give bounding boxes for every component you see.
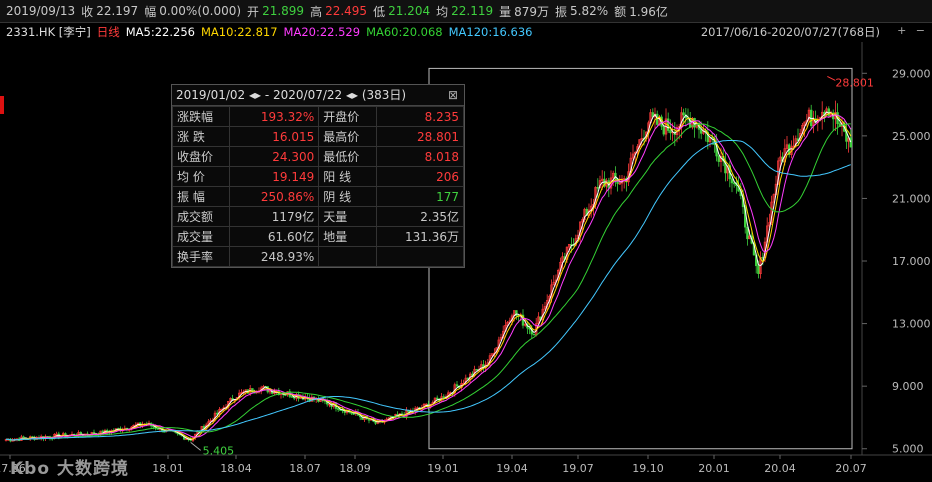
stats-value: 8.235 (375, 106, 465, 127)
candle-body (435, 397, 439, 400)
y-tick-label: 13.000 (892, 318, 931, 331)
x-tick-label: 20.07 (835, 462, 867, 475)
stats-label (318, 246, 377, 267)
candle-body (284, 394, 287, 396)
annotation-pointer (190, 442, 201, 451)
annotation-label: 5.405 (203, 444, 235, 457)
range-stats-title: 2019/01/02 ◂▸ - 2020/07/22 ◂▸ (383日) (176, 88, 407, 102)
x-tick-label: 20.01 (698, 462, 730, 475)
stats-label: 天量 (318, 206, 377, 227)
stats-value (375, 246, 465, 267)
stats-label: 收盘价 (171, 146, 231, 167)
stats-label: 最高价 (318, 126, 377, 147)
candle-body (290, 396, 294, 398)
x-tick-label: 18.09 (339, 462, 371, 475)
stats-value: 131.36万 (375, 226, 465, 247)
candle-body (849, 137, 853, 148)
stats-value: 19.149 (229, 166, 320, 187)
kline-chart[interactable]: 29.000 25.000 21.000 17.000 13.000 9.000 5.000… (0, 0, 932, 482)
watermark-logo: Kbo 大数跨境 (10, 459, 129, 479)
x-tick-label: 19.01 (427, 462, 459, 475)
range-stats-header: 2019/01/02 ◂▸ - 2020/07/22 ◂▸ (383日) ⊠ (172, 85, 464, 106)
stats-row: 成交量 61.60亿 地量 131.36万 (171, 226, 465, 247)
stats-label: 成交额 (171, 206, 231, 227)
selection-box (428, 67, 853, 450)
close-icon[interactable]: ⊠ (448, 85, 458, 105)
candle-body (730, 178, 734, 184)
y-tick-label: 9.000 (892, 380, 924, 393)
stats-row: 振 幅 250.86% 阴 线 177 (171, 186, 465, 207)
stats-label: 涨跌幅 (171, 106, 231, 127)
stats-value: 177 (375, 186, 465, 207)
stats-row: 换手率 248.93% (171, 246, 465, 267)
candle-body (717, 155, 721, 162)
candle-body (662, 125, 666, 135)
candle-body (475, 368, 478, 371)
stats-value: 248.93% (229, 246, 320, 267)
stats-label: 阴 线 (318, 186, 377, 207)
stats-row: 涨 跌 16.015 最高价 28.801 (171, 126, 465, 147)
stats-row: 均 价 19.149 阳 线 206 (171, 166, 465, 187)
stats-label: 成交量 (171, 226, 231, 247)
candle-body (596, 187, 600, 189)
annotation-pointer (827, 75, 836, 81)
y-tick-label: 5.000 (892, 443, 924, 456)
x-tick-label: 18.07 (289, 462, 321, 475)
stats-label: 涨 跌 (171, 126, 231, 147)
candle-body (352, 413, 355, 415)
candle-body (336, 408, 340, 410)
stats-row: 收盘价 24.300 最低价 8.018 (171, 146, 465, 167)
stats-row: 成交额 1179亿 天量 2.35亿 (171, 206, 465, 227)
x-tick-label: 19.07 (562, 462, 594, 475)
stats-value: 24.300 (229, 146, 320, 167)
stats-value: 16.015 (229, 126, 320, 147)
stats-value: 28.801 (375, 126, 465, 147)
candle-body (655, 113, 659, 125)
x-tick-label: 19.10 (632, 462, 664, 475)
annotation-label: 28.801 (835, 76, 874, 89)
stats-value: 206 (375, 166, 465, 187)
stats-label: 开盘价 (318, 106, 377, 127)
x-tick-label: 18.04 (220, 462, 252, 475)
candle-body (682, 112, 685, 116)
candle-body (455, 384, 459, 387)
y-tick-label: 17.000 (892, 255, 931, 268)
stats-row: 涨跌幅 193.32% 开盘价 8.235 (171, 106, 465, 127)
candle-body (532, 333, 536, 336)
x-tick-label: 18.01 (152, 462, 184, 475)
stats-value: 2.35亿 (375, 206, 465, 227)
stats-value: 8.018 (375, 146, 465, 167)
x-tick-label: 20.04 (764, 462, 796, 475)
candle-body (669, 130, 672, 134)
stats-value: 193.32% (229, 106, 320, 127)
stats-label: 最低价 (318, 146, 377, 167)
range-stats-panel: 2019/01/02 ◂▸ - 2020/07/22 ◂▸ (383日) ⊠ 涨… (171, 84, 465, 268)
candle-body (757, 265, 760, 274)
range-stats-table: 涨跌幅 193.32% 开盘价 8.235 涨 跌 16.015 最高价 28.801 收盘价 2… (171, 106, 465, 267)
stats-value: 1179亿 (229, 206, 320, 227)
stats-value: 61.60亿 (229, 226, 320, 247)
stats-label: 阳 线 (318, 166, 377, 187)
stats-label: 换手率 (171, 246, 231, 267)
y-tick-label: 29.000 (892, 67, 931, 80)
candle-body (732, 182, 736, 185)
stats-label: 地量 (318, 226, 377, 247)
x-tick-label: 19.04 (496, 462, 528, 475)
stats-label: 均 价 (171, 166, 231, 187)
stats-label: 振 幅 (171, 186, 231, 207)
stats-value: 250.86% (229, 186, 320, 207)
y-tick-label: 25.000 (892, 130, 931, 143)
y-tick-label: 21.000 (892, 192, 931, 205)
